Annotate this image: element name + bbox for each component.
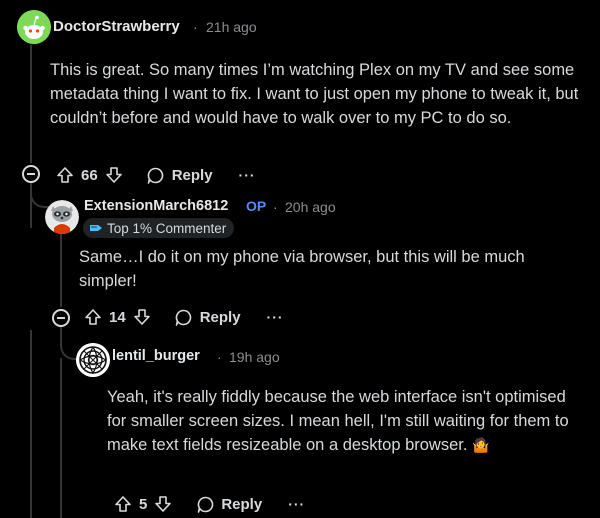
more-options-button[interactable]: ···: [288, 496, 305, 512]
vote-count: 14: [109, 308, 126, 326]
flair-label: Top 1% Commenter: [107, 220, 227, 236]
reply-button[interactable]: Reply: [174, 307, 241, 327]
downvote-icon[interactable]: [104, 165, 124, 185]
comment-username[interactable]: DoctorStrawberry: [53, 18, 180, 35]
avatar[interactable]: [45, 200, 79, 234]
comment-separator: ·: [217, 349, 222, 365]
comment-body: Yeah, it's really fiddly because the web…: [107, 385, 582, 457]
upvote-icon[interactable]: [113, 494, 133, 514]
reply-button[interactable]: Reply: [146, 165, 213, 185]
comment-separator: ·: [193, 19, 198, 35]
comment-username[interactable]: lentil_burger: [112, 348, 200, 364]
reply-bubble-icon: [195, 494, 215, 514]
comment-action-bar: 5 Reply ···: [113, 492, 305, 516]
comment-separator: ·: [273, 199, 278, 215]
commenter-badge-icon: [89, 222, 103, 234]
comment-action-bar: 66 Reply ···: [55, 163, 256, 187]
reply-label: Reply: [221, 495, 263, 513]
reply-button[interactable]: Reply: [195, 494, 262, 514]
comment-body: Same…I do it on my phone via browser, bu…: [79, 245, 579, 293]
comment-body-text: Same…I do it on my phone via browser, bu…: [79, 248, 525, 290]
comment-body: This is great. So many times I’m watchin…: [50, 58, 580, 130]
vote-count: 5: [139, 495, 148, 513]
shrug-emoji: 🤷: [472, 437, 490, 453]
collapse-icon[interactable]: [22, 165, 40, 183]
thread-line-curve: [30, 182, 50, 208]
downvote-icon[interactable]: [132, 307, 152, 327]
more-options-button[interactable]: ···: [239, 167, 256, 183]
knot-avatar-icon: [76, 343, 110, 377]
collapse-icon[interactable]: [52, 309, 70, 327]
reply-bubble-icon: [174, 307, 194, 327]
thread-line: [60, 358, 62, 518]
comment-action-bar: 14 Reply ···: [83, 305, 284, 329]
vote-count: 66: [81, 166, 98, 184]
avatar[interactable]: [76, 343, 110, 377]
more-options-button[interactable]: ···: [267, 309, 284, 325]
raccoon-avatar-icon: [45, 200, 79, 234]
upvote-icon[interactable]: [83, 307, 103, 327]
comment-thread: DoctorStrawberry · 21h ago This is great…: [0, 0, 600, 518]
reply-label: Reply: [199, 308, 241, 326]
comment-username[interactable]: ExtensionMarch6812: [84, 198, 228, 214]
reply-label: Reply: [171, 166, 213, 184]
snoo-avatar-icon: [17, 10, 51, 44]
thread-line[interactable]: [60, 232, 62, 307]
thread-line: [30, 330, 32, 518]
user-flair: Top 1% Commenter: [83, 218, 235, 238]
downvote-icon[interactable]: [153, 494, 173, 514]
comment-timestamp[interactable]: 19h ago: [229, 349, 280, 365]
thread-line[interactable]: [30, 45, 32, 163]
upvote-icon[interactable]: [55, 165, 75, 185]
comment-body-text: This is great. So many times I’m watchin…: [50, 61, 579, 127]
comment-body-paragraph: Yeah, it's really fiddly because the web…: [107, 385, 582, 457]
reply-bubble-icon: [146, 165, 166, 185]
comment-timestamp[interactable]: 21h ago: [206, 19, 257, 35]
op-badge: OP: [246, 198, 267, 214]
comment-timestamp[interactable]: 20h ago: [285, 199, 336, 215]
comment-body-text: Yeah, it's really fiddly because the web…: [107, 388, 569, 454]
avatar[interactable]: [17, 10, 51, 44]
